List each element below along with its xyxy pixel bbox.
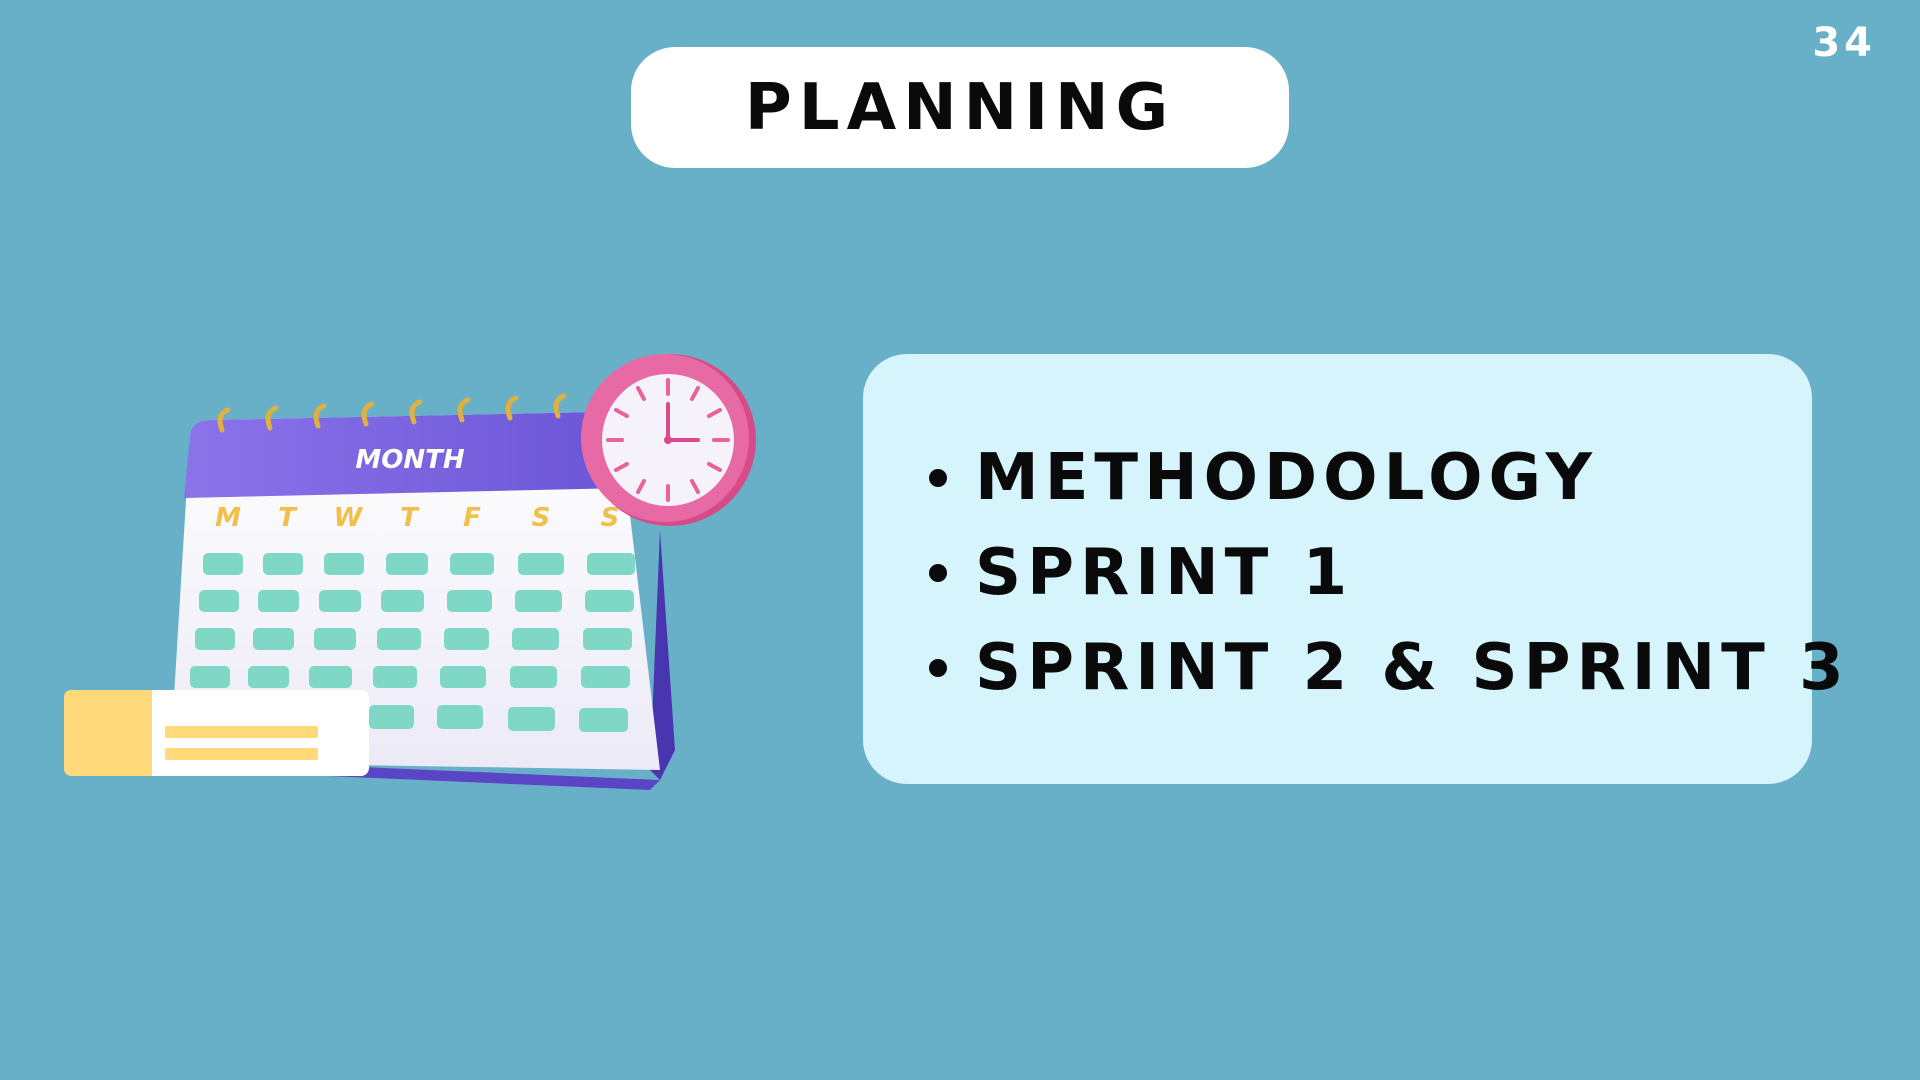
agenda-list: METHODOLOGY SPRINT 1 SPRINT 2 & SPRINT 3 <box>929 430 1844 715</box>
title-banner: PLANNING <box>631 47 1289 168</box>
calendar-clock-illustration: MONTH M T W T F S S <box>64 354 756 790</box>
agenda-item-methodology: METHODOLOGY <box>929 430 1812 525</box>
calendar-month-label: MONTH <box>355 445 464 475</box>
agenda-item-label: SPRINT 1 <box>975 535 1354 610</box>
weekday-label: S <box>532 503 551 533</box>
bullet-icon <box>929 468 947 487</box>
agenda-item-sprint-2-3: SPRINT 2 & SPRINT 3 <box>929 620 1844 715</box>
weekday-label: T <box>400 503 420 533</box>
agenda-item-sprint-1: SPRINT 1 <box>929 525 1812 620</box>
bullet-icon <box>929 658 947 677</box>
weekday-label: W <box>334 503 364 533</box>
agenda-card: METHODOLOGY SPRINT 1 SPRINT 2 & SPRINT 3 <box>863 354 1844 784</box>
weekday-label: M <box>215 503 241 533</box>
weekday-label: T <box>278 503 298 533</box>
agenda-item-label: SPRINT 2 & SPRINT 3 <box>975 630 1850 705</box>
note-card <box>64 690 369 776</box>
weekday-label: S <box>601 503 620 533</box>
agenda-item-label: METHODOLOGY <box>975 440 1598 515</box>
bullet-icon <box>929 563 947 582</box>
page-number: 34 <box>1812 20 1876 66</box>
weekday-label: F <box>463 503 481 533</box>
slide-title: PLANNING <box>744 70 1176 145</box>
